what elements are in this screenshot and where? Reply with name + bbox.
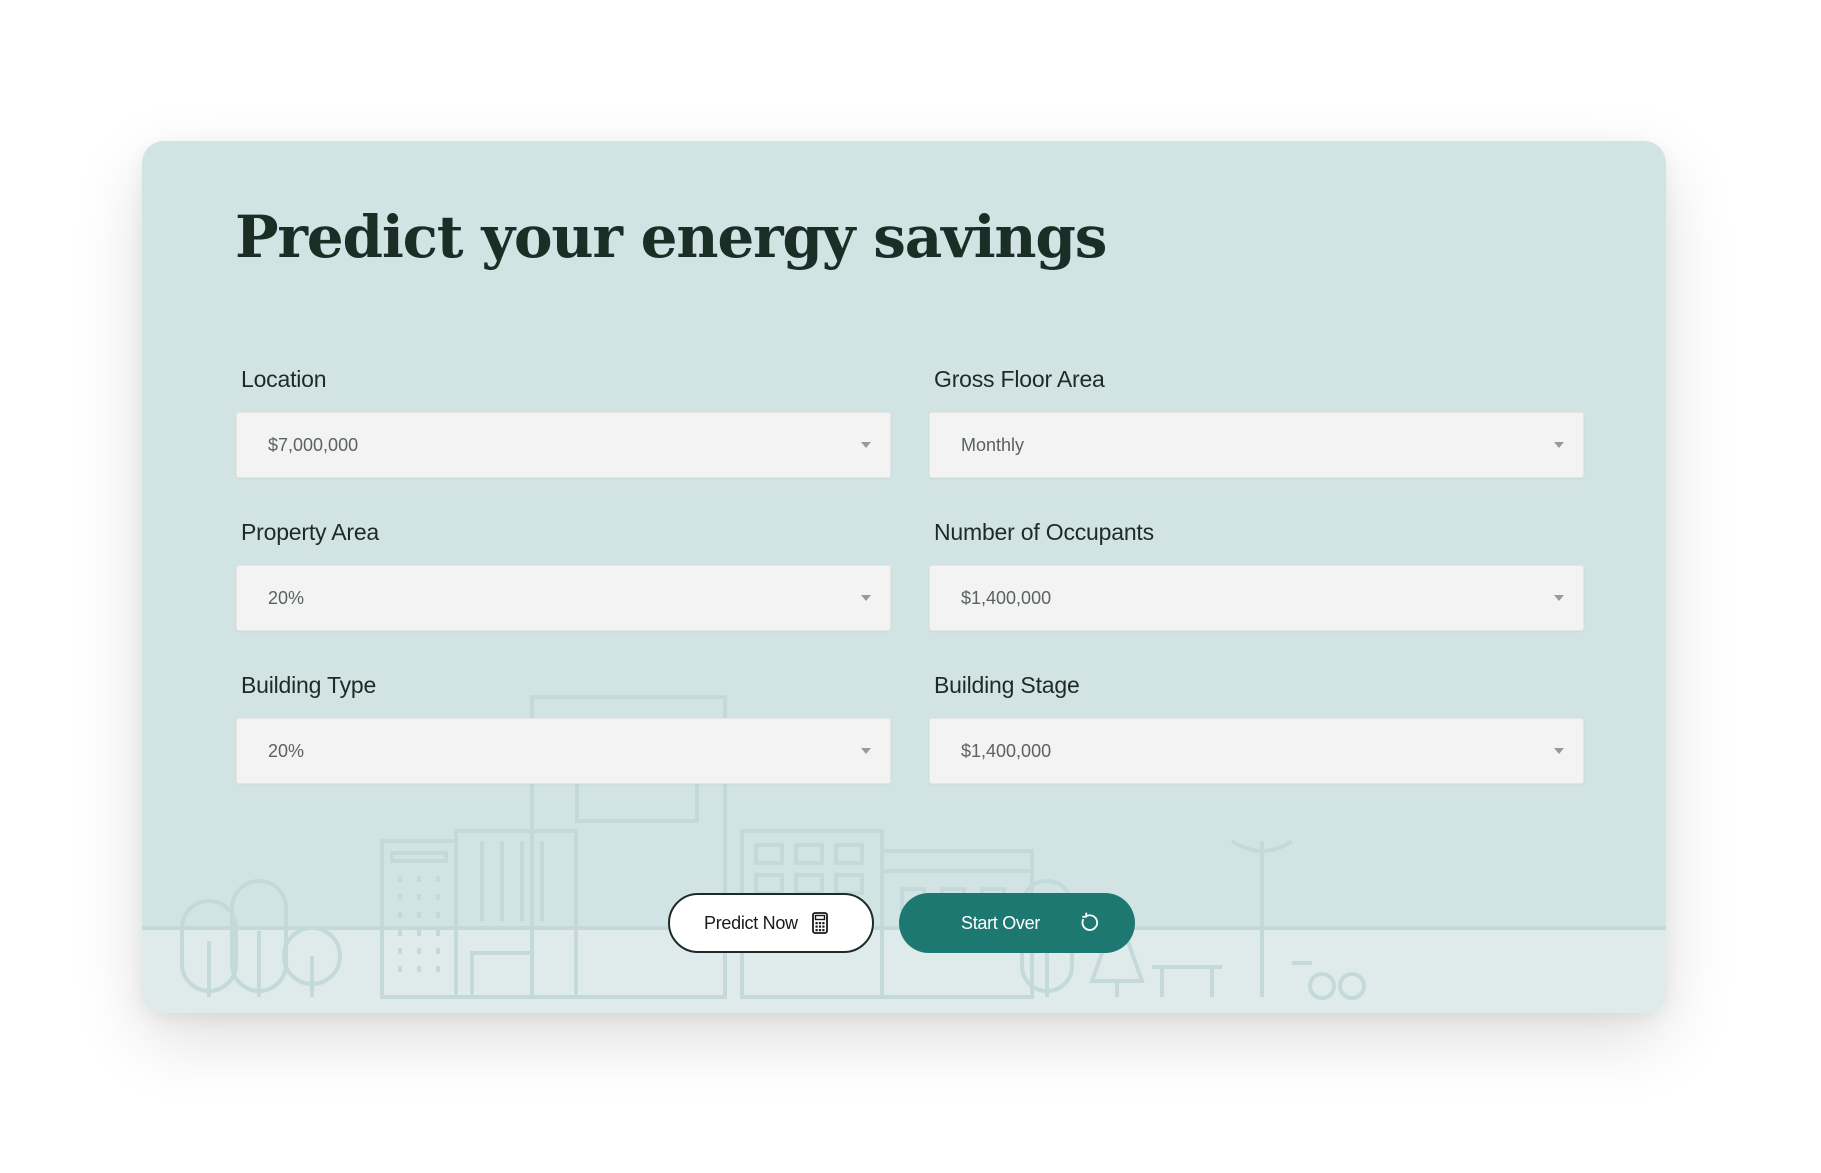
number-of-occupants-value: $1,400,000 — [961, 588, 1052, 608]
form-actions: Predict Now Start Over — [668, 893, 1135, 953]
building-type-field: Building Type 20% — [236, 671, 891, 784]
energy-savings-card: Predict your energy savings Location $7,… — [142, 141, 1666, 1013]
gross-floor-area-select[interactable]: Monthly — [929, 412, 1584, 478]
building-stage-select[interactable]: $1,400,000 — [929, 718, 1584, 784]
calculator-icon — [811, 912, 828, 934]
caret-down-icon — [1554, 442, 1564, 448]
gross-floor-area-label: Gross Floor Area — [934, 366, 1105, 392]
building-stage-value: $1,400,000 — [961, 741, 1052, 761]
location-value: $7,000,000 — [268, 435, 359, 455]
property-area-field: Property Area 20% — [236, 518, 891, 631]
building-stage-label: Building Stage — [934, 672, 1080, 698]
predict-now-label: Predict Now — [704, 912, 798, 933]
number-of-occupants-field: Number of Occupants $1,400,000 — [929, 518, 1584, 631]
predict-now-button[interactable]: Predict Now — [668, 893, 874, 953]
gross-floor-area-value: Monthly — [961, 435, 1025, 455]
caret-down-icon — [861, 748, 871, 754]
building-type-label: Building Type — [241, 672, 377, 698]
caret-down-icon — [861, 595, 871, 601]
gross-floor-area-field: Gross Floor Area Monthly — [929, 365, 1584, 478]
location-label: Location — [241, 366, 327, 392]
building-stage-field: Building Stage $1,400,000 — [929, 671, 1584, 784]
number-of-occupants-label: Number of Occupants — [934, 519, 1154, 545]
property-area-select[interactable]: 20% — [236, 565, 891, 631]
number-of-occupants-select[interactable]: $1,400,000 — [929, 565, 1584, 631]
location-select[interactable]: $7,000,000 — [236, 412, 891, 478]
prediction-form: Location $7,000,000 Gross Floor Area Mon… — [236, 365, 1588, 784]
property-area-label: Property Area — [241, 519, 380, 545]
building-type-select[interactable]: 20% — [236, 718, 891, 784]
caret-down-icon — [1554, 748, 1564, 754]
refresh-icon — [1078, 912, 1100, 934]
location-field: Location $7,000,000 — [236, 365, 891, 478]
caret-down-icon — [1554, 595, 1564, 601]
start-over-button[interactable]: Start Over — [899, 893, 1135, 953]
start-over-label: Start Over — [961, 912, 1041, 933]
building-type-value: 20% — [268, 741, 305, 761]
page-title: Predict your energy savings — [235, 203, 1107, 271]
property-area-value: 20% — [268, 588, 305, 608]
caret-down-icon — [861, 442, 871, 448]
